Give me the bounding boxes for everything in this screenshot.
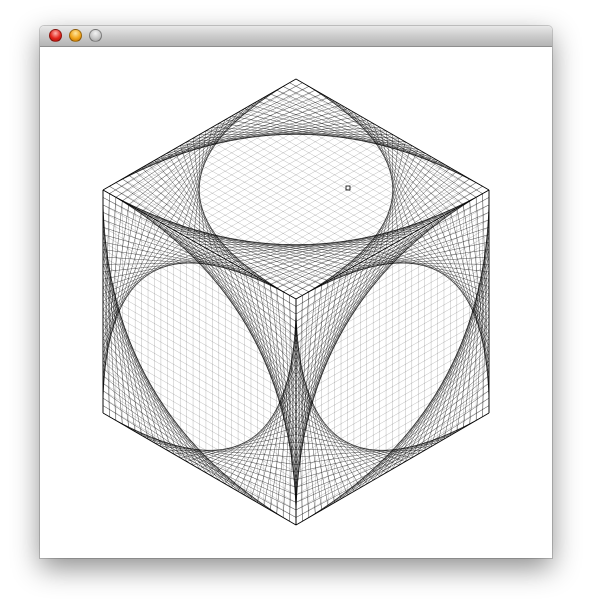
string-art-cube <box>102 78 490 526</box>
string-line <box>392 244 490 302</box>
string-line <box>147 163 342 274</box>
string-line <box>295 411 393 470</box>
string-line <box>199 411 297 470</box>
string-line <box>295 215 445 352</box>
zoom-button[interactable] <box>89 29 102 42</box>
string-line <box>295 244 393 413</box>
string-line <box>102 244 200 302</box>
string-line <box>418 271 490 455</box>
close-button[interactable] <box>49 29 62 42</box>
string-line <box>147 215 297 352</box>
string-line <box>295 229 419 383</box>
string-line <box>102 271 174 455</box>
minimize-button[interactable] <box>69 29 82 42</box>
string-line <box>102 286 187 462</box>
string-line <box>225 381 297 485</box>
string-line <box>295 381 367 485</box>
string-line <box>102 301 200 470</box>
window-titlebar[interactable] <box>40 26 552 47</box>
app-window <box>40 26 552 558</box>
string-line <box>173 229 297 383</box>
string-line <box>199 244 297 413</box>
string-line <box>405 286 490 462</box>
drawing-canvas[interactable] <box>40 47 552 558</box>
string-line <box>392 301 490 470</box>
desktop-background <box>0 0 592 614</box>
string-line <box>250 163 445 274</box>
